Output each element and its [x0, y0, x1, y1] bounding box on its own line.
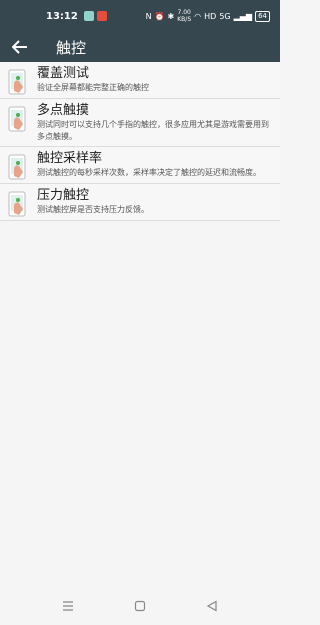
wifi-icon: ◠ — [194, 11, 202, 21]
list-item-coverage-test[interactable]: 覆盖测试 验证全屏幕都能完整正确的触控 — [0, 62, 280, 99]
list-item-pressure-touch[interactable]: 压力触控 测试触控屏是否支持压力反馈。 — [0, 184, 280, 221]
item-description: 测试同时可以支持几个手指的触控，很多应用尤其是游戏需要用到多点触摸。 — [37, 120, 269, 141]
back-nav-button[interactable] — [204, 598, 220, 614]
hand-touch-icon — [8, 69, 26, 95]
menu-button[interactable] — [60, 598, 76, 614]
alarm-icon: ⏰ — [154, 11, 165, 21]
home-icon — [134, 600, 146, 612]
hand-touch-icon — [8, 106, 26, 132]
signal-label: 5G — [219, 11, 231, 21]
status-time: 13:12 — [46, 10, 78, 22]
item-description: 测试触控屏是否支持压力反馈。 — [37, 205, 149, 214]
list-item-touch-sampling-rate[interactable]: 触控采样率 测试触控的每秒采样次数，采样率决定了触控的延迟和流畅度。 — [0, 147, 280, 184]
item-title: 触控采样率 — [37, 151, 103, 166]
item-description: 验证全屏幕都能完整正确的触控 — [37, 83, 149, 92]
menu-icon — [63, 601, 73, 611]
network-speed: 7.00 KB/S — [177, 9, 192, 23]
item-title: 压力触控 — [37, 188, 90, 203]
signal-icon: ▂▄▆ — [233, 11, 253, 21]
test-list: 覆盖测试 验证全屏幕都能完整正确的触控 多点触摸 测试同时可以支持几个手指的触控… — [0, 62, 280, 221]
bluetooth-icon: ✱ — [167, 11, 175, 21]
app-notification-icon — [83, 11, 94, 21]
app-bar: 触控 — [0, 32, 280, 62]
back-button[interactable] — [12, 37, 32, 57]
back-triangle-icon — [206, 600, 217, 612]
battery-level: 64 — [255, 10, 270, 22]
list-item-multi-touch[interactable]: 多点触摸 测试同时可以支持几个手指的触控，很多应用尤其是游戏需要用到多点触摸。 — [0, 99, 280, 147]
hand-touch-icon — [8, 191, 26, 217]
status-bar: 13:12 N ⏰ ✱ 7.00 KB/S ◠ HD 5G ▂▄▆ 64 — [0, 0, 280, 32]
app-notification-icon-red — [96, 11, 107, 21]
item-description: 测试触控的每秒采样次数，采样率决定了触控的延迟和流畅度。 — [37, 168, 261, 177]
home-button[interactable] — [132, 598, 148, 614]
network-type: HD — [204, 11, 217, 21]
hand-touch-icon — [8, 154, 26, 180]
item-title: 覆盖测试 — [37, 66, 90, 81]
page-title: 触控 — [56, 38, 87, 57]
system-nav-bar — [0, 587, 280, 625]
item-title: 多点触摸 — [37, 103, 90, 118]
nfc-icon: N — [145, 11, 152, 21]
status-right: N ⏰ ✱ 7.00 KB/S ◠ HD 5G ▂▄▆ 64 — [146, 9, 270, 23]
arrow-left-icon — [12, 40, 27, 54]
notification-icons — [83, 11, 107, 21]
